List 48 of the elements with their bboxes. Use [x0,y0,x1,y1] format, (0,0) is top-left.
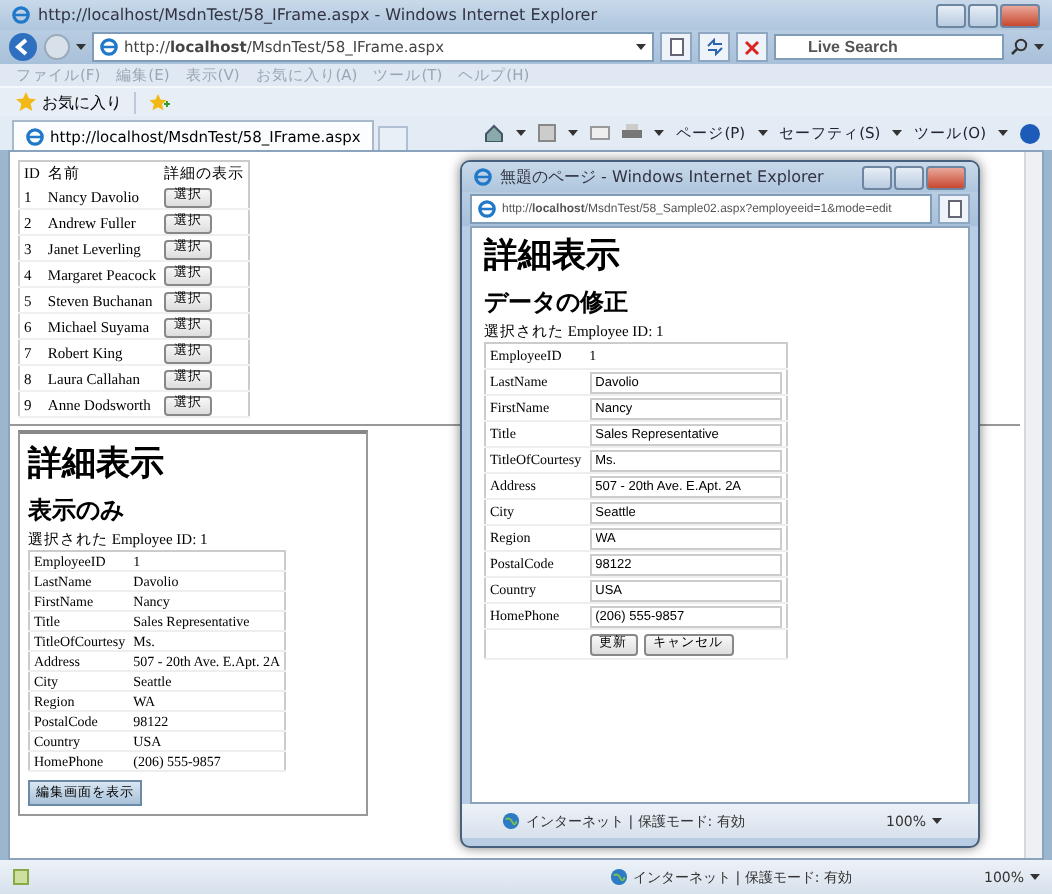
search-icon[interactable] [1010,38,1028,56]
refresh-button[interactable] [698,32,730,62]
stop-button[interactable] [736,32,768,62]
star-icon[interactable] [16,92,36,112]
stop-icon [744,39,760,55]
status-icon [12,868,30,886]
window-title: http://localhost/MsdnTest/58_IFrame.aspx - Windows Internet Explorer [38,6,600,24]
page-heading: 詳細表示 [484,238,620,278]
caret-icon[interactable] [998,130,1008,136]
close-button[interactable] [1000,3,1040,27]
caret-icon[interactable] [76,44,86,50]
section-heading: データの修正 [484,289,628,317]
browser-logo-icon [478,200,496,218]
section-heading: 表示のみ [28,497,124,525]
browser-logo-icon [474,168,492,186]
globe-icon [609,868,628,886]
search-field[interactable]: Live Search [774,34,1004,60]
favorites-button[interactable]: お気に入り [16,91,136,113]
compatibility-button[interactable] [938,194,970,224]
caret-icon[interactable] [1034,44,1044,50]
caret-icon[interactable] [568,130,579,136]
maximize-button[interactable] [968,3,998,27]
printer-icon[interactable] [622,124,643,142]
minimize-button[interactable] [862,165,892,189]
refresh-icon [705,38,723,56]
add-favorite-icon[interactable] [148,92,170,112]
caret-icon[interactable] [516,130,527,136]
scrollbar[interactable] [1024,152,1042,858]
home-icon[interactable] [484,124,505,142]
caret-icon[interactable] [932,818,942,824]
back-icon[interactable] [8,32,38,62]
page-icon [947,200,961,218]
caret-icon[interactable] [892,130,903,136]
close-button[interactable] [926,165,966,189]
minimize-button[interactable] [936,3,966,27]
page-icon [669,38,683,56]
browser-logo-icon [100,38,118,56]
window-title: 無題のページ - Windows Internet Explorer [500,166,826,188]
maximize-button[interactable] [894,165,924,189]
caret-icon[interactable] [1030,874,1040,880]
page-heading: 詳細表示 [28,446,164,486]
compatibility-button[interactable] [660,32,692,62]
caret-icon[interactable] [757,130,768,136]
browser-logo-icon [12,6,30,24]
caret-icon[interactable] [636,44,646,50]
browser-logo-icon [26,127,44,145]
globe-icon [502,812,520,830]
caret-icon[interactable] [654,130,665,136]
